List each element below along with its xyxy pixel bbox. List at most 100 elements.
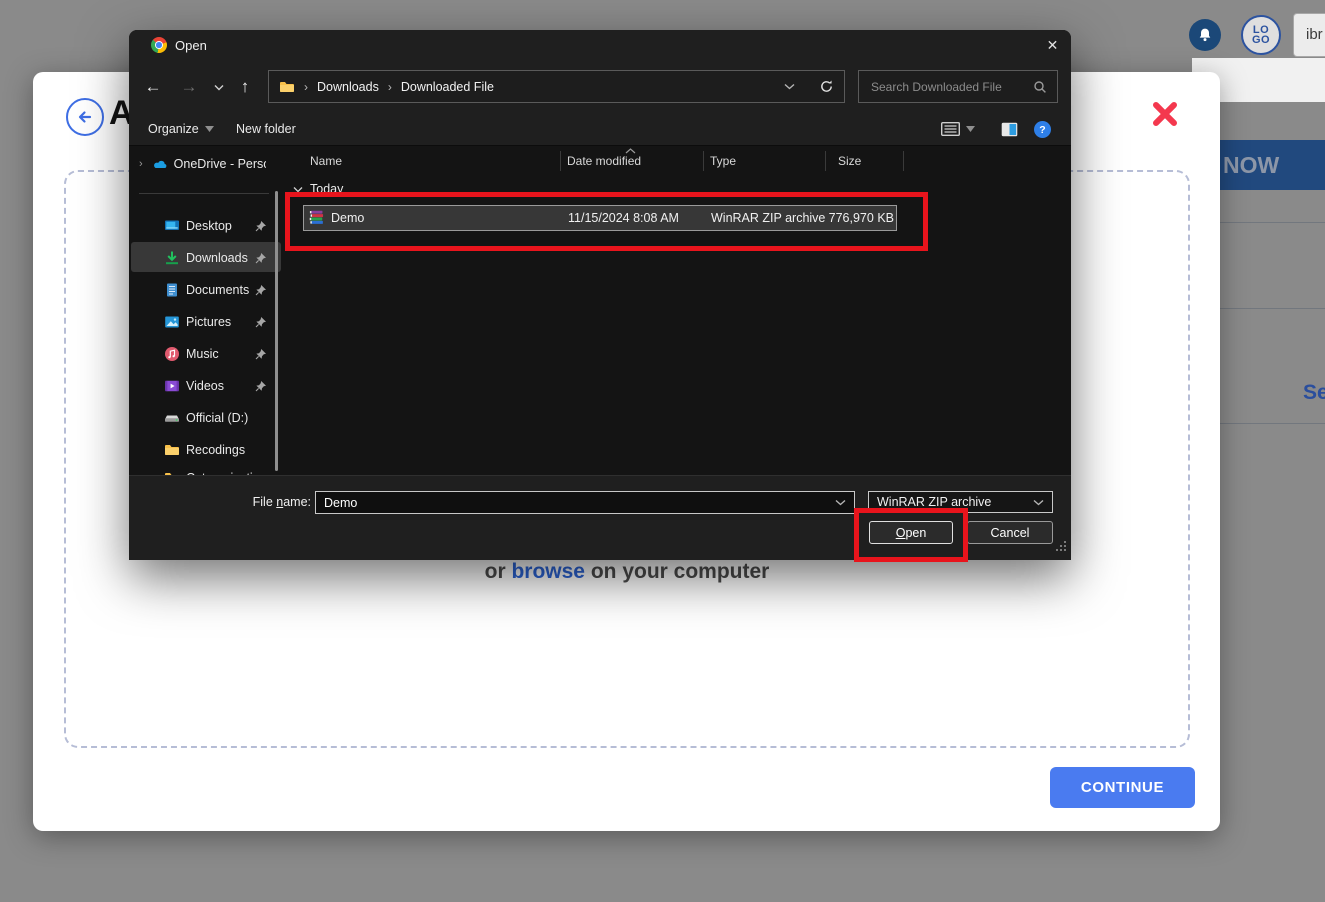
site-logo[interactable]: LO GO: [1241, 15, 1281, 55]
sidebar-item-label: Documents: [186, 283, 249, 297]
after-browse-text: on your computer: [585, 560, 769, 583]
sidebar-item-label: Music: [186, 347, 219, 361]
breadcrumb-downloaded-file[interactable]: Downloaded File: [401, 80, 494, 94]
preview-pane-button[interactable]: [1001, 113, 1018, 145]
videos-icon: [164, 378, 180, 394]
chevron-down-icon: [214, 84, 224, 91]
music-icon: [164, 346, 180, 362]
partial-link-text[interactable]: Se: [1303, 381, 1325, 405]
column-divider[interactable]: [903, 151, 904, 171]
organize-label: Organize: [148, 122, 199, 136]
file-name-field[interactable]: [315, 491, 855, 514]
chevron-down-icon: [293, 186, 303, 193]
pictures-icon: [164, 314, 180, 330]
arrow-left-icon: [74, 106, 96, 128]
search-input[interactable]: [869, 79, 1033, 95]
modal-close-button[interactable]: [1149, 98, 1183, 132]
new-folder-button[interactable]: New folder: [236, 113, 296, 145]
logo-text-bottom: GO: [1252, 35, 1270, 45]
caret-down-icon: [966, 126, 975, 132]
sidebar-item-drive-d[interactable]: Official (D:): [129, 406, 281, 430]
documents-icon: [164, 282, 180, 298]
breadcrumb-downloads[interactable]: Downloads: [317, 80, 379, 94]
column-divider[interactable]: [703, 151, 704, 171]
dialog-titlebar[interactable]: Open ✕: [129, 30, 1071, 61]
screen: LO GO ibr NOW Se A or browse on your com…: [0, 0, 1325, 902]
folder-icon: [164, 442, 180, 458]
file-row-demo[interactable]: Demo 11/15/2024 8:08 AM WinRAR ZIP archi…: [303, 205, 897, 231]
sidebar-item-videos[interactable]: Videos: [129, 374, 281, 398]
view-mode-button[interactable]: [941, 113, 975, 145]
nav-forward-button[interactable]: →: [177, 75, 201, 99]
open-file-dialog: Open ✕ ← → ↑ › Downloads › Downloaded Fi…: [129, 30, 1071, 560]
file-name: Demo: [331, 206, 364, 230]
desktop-icon: [164, 218, 180, 234]
sidebar-item-pictures[interactable]: Pictures: [129, 310, 281, 334]
sidebar-item-onedrive[interactable]: › OneDrive - Perso: [129, 152, 281, 176]
preview-pane-icon: [1001, 122, 1018, 137]
address-dropdown-icon[interactable]: [784, 83, 795, 90]
column-divider[interactable]: [825, 151, 826, 171]
file-name-label: File name:: [247, 491, 311, 514]
sidebar-item-label: Recodings: [186, 443, 245, 457]
sidebar-item-recodings[interactable]: Recodings: [129, 438, 281, 462]
open-button[interactable]: Open: [869, 521, 953, 544]
sidebar: › OneDrive - Perso Desktop Downloads: [129, 146, 285, 475]
column-header-date-modified[interactable]: Date modified: [567, 146, 641, 176]
continue-button[interactable]: CONTINUE: [1050, 767, 1195, 808]
drive-icon: [164, 410, 180, 426]
back-button[interactable]: [66, 98, 104, 136]
nav-up-button[interactable]: ↑: [233, 75, 257, 99]
breadcrumb-separator: ›: [388, 80, 392, 94]
refresh-icon[interactable]: [819, 79, 834, 94]
dialog-body: › OneDrive - Perso Desktop Downloads: [129, 146, 1071, 475]
search-icon: [1033, 80, 1047, 94]
column-divider[interactable]: [560, 151, 561, 171]
search-box[interactable]: [858, 70, 1058, 103]
file-date-modified: 11/15/2024 8:08 AM: [568, 206, 679, 230]
profile-name: ibr: [1306, 26, 1323, 43]
nav-recent-dropdown[interactable]: [207, 75, 231, 99]
sidebar-divider: [139, 193, 269, 194]
breadcrumb-separator: ›: [304, 80, 308, 94]
column-header-size[interactable]: Size: [838, 146, 861, 176]
group-label: Today: [310, 182, 343, 196]
profile-name-box[interactable]: ibr: [1293, 13, 1325, 57]
file-name-input[interactable]: [316, 495, 835, 511]
browse-link[interactable]: browse: [511, 560, 585, 583]
sidebar-item-label: OneDrive - Perso: [174, 157, 266, 171]
chevron-down-icon: [835, 499, 846, 506]
group-header-today[interactable]: Today: [293, 182, 343, 196]
resize-grip[interactable]: [1055, 540, 1067, 552]
now-label: NOW: [1223, 152, 1279, 178]
column-header-type[interactable]: Type: [710, 146, 736, 176]
sidebar-item-documents[interactable]: Documents: [129, 278, 281, 302]
sidebar-item-label: Downloads: [186, 251, 248, 265]
sidebar-item-label: Official (D:): [186, 411, 248, 425]
file-type-value: WinRAR ZIP archive: [877, 495, 1033, 509]
cancel-label: Cancel: [991, 526, 1030, 540]
cancel-button[interactable]: Cancel: [967, 521, 1053, 544]
now-button-partial[interactable]: NOW: [1215, 140, 1325, 190]
sidebar-item-desktop[interactable]: Desktop: [129, 214, 281, 238]
organize-menu[interactable]: Organize: [148, 113, 214, 145]
caret-down-icon: [205, 126, 214, 132]
onedrive-cloud-icon: [152, 156, 168, 172]
file-type-dropdown[interactable]: WinRAR ZIP archive: [868, 491, 1053, 513]
pin-icon: [255, 220, 267, 232]
chrome-icon: [151, 37, 167, 53]
address-bar[interactable]: › Downloads › Downloaded File: [268, 70, 845, 103]
column-header-name[interactable]: Name: [310, 146, 342, 176]
notification-bell-button[interactable]: [1189, 19, 1221, 51]
close-icon: [1149, 98, 1181, 130]
sidebar-item-music[interactable]: Music: [129, 342, 281, 366]
help-icon: ?: [1034, 121, 1051, 138]
sidebar-item-downloads[interactable]: Downloads: [129, 246, 281, 270]
folder-icon: [279, 79, 295, 95]
dialog-close-button[interactable]: ✕: [1034, 30, 1071, 61]
chevron-right-icon[interactable]: ›: [139, 158, 143, 170]
nav-back-button[interactable]: ←: [141, 75, 165, 99]
sidebar-item-partial[interactable]: Categorizati: [129, 466, 281, 475]
sidebar-item-label: Videos: [186, 379, 224, 393]
help-button[interactable]: ?: [1034, 113, 1051, 145]
